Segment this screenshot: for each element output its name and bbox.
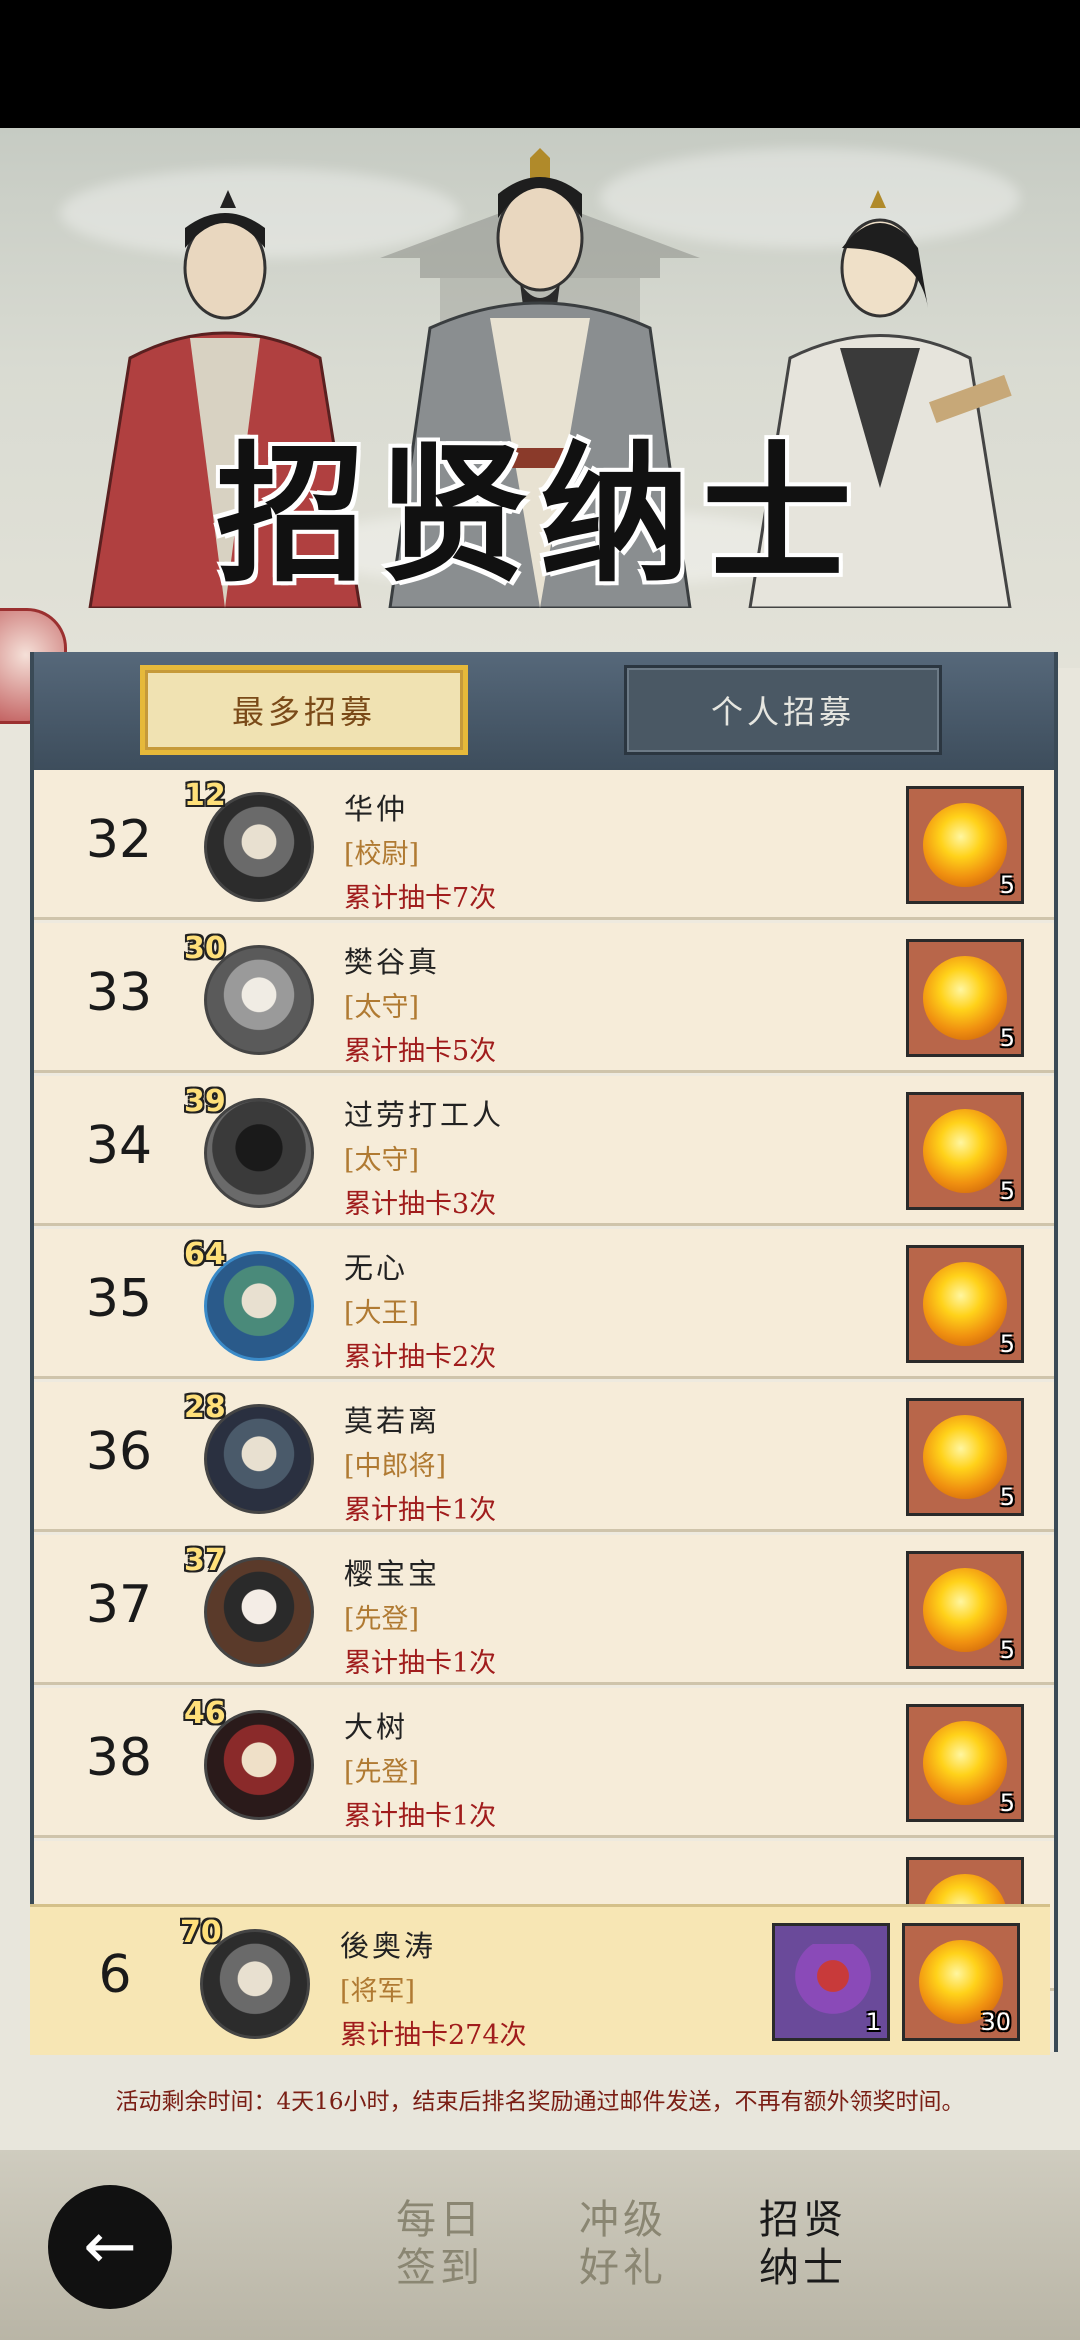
player-name: 无心 — [344, 1251, 409, 1285]
player-name: 莫若离 — [344, 1404, 441, 1438]
nav-label: 签到 — [396, 2245, 484, 2291]
player-name: 大树 — [344, 1710, 409, 1744]
reward-fire-orb[interactable]: 30 — [902, 1923, 1020, 2041]
reward-item[interactable]: 5 — [906, 1092, 1024, 1210]
ranking-list[interactable]: 32 12 华仲 [校尉] 累计抽卡7次 5 33 30 樊谷真 [太守] 累计… — [34, 770, 1054, 2052]
player-title: [先登] — [344, 1604, 420, 1635]
player-level: 12 — [184, 778, 226, 813]
nav-level-gifts[interactable]: 冲级 好礼 — [563, 2196, 683, 2292]
status-bar — [0, 0, 1080, 128]
nav-label: 每日 — [396, 2197, 484, 2243]
reward-item[interactable]: 5 — [906, 1245, 1024, 1363]
player-level: 37 — [184, 1543, 226, 1578]
ranking-row: 33 30 樊谷真 [太守] 累计抽卡5次 5 — [34, 923, 1054, 1073]
draw-count: 累计抽卡7次 — [344, 883, 497, 914]
rank-number: 37 — [85, 1575, 153, 1635]
player-title: [太守] — [344, 1145, 420, 1176]
player-name: 华仲 — [344, 792, 409, 826]
my-level: 70 — [180, 1915, 222, 1950]
ranking-row: 32 12 华仲 [校尉] 累计抽卡7次 5 — [34, 770, 1054, 920]
reward-quantity: 5 — [999, 1330, 1015, 1358]
draw-count: 累计抽卡5次 — [344, 1036, 497, 1067]
ranking-row: 34 39 过劳打工人 [太守] 累计抽卡3次 5 — [34, 1076, 1054, 1226]
player-level: 30 — [184, 931, 226, 966]
player-title: [校尉] — [344, 839, 420, 870]
nav-recruit-event[interactable]: 招贤 纳士 — [733, 2188, 873, 2304]
player-name: 樊谷真 — [344, 945, 441, 979]
fire-orb-icon — [923, 956, 1007, 1040]
fire-orb-icon — [923, 1109, 1007, 1193]
my-draw-count: 累计抽卡274次 — [340, 2020, 527, 2051]
ranking-row: 37 37 樱宝宝 [先登] 累计抽卡1次 5 — [34, 1535, 1054, 1685]
rank-number: 38 — [85, 1728, 153, 1788]
reward-quantity: 5 — [999, 1024, 1015, 1052]
rank-number: 36 — [85, 1422, 153, 1482]
reward-quantity: 1 — [865, 2008, 881, 2036]
reward-item[interactable]: 5 — [906, 1704, 1024, 1822]
fire-orb-icon — [923, 1415, 1007, 1499]
draw-count: 累计抽卡1次 — [344, 1648, 497, 1679]
rank-number: 32 — [85, 810, 153, 870]
player-level: 64 — [184, 1237, 226, 1272]
back-arrow-icon[interactable]: ← — [48, 2185, 172, 2309]
nav-label: 好礼 — [579, 2245, 667, 2291]
draw-count: 累计抽卡1次 — [344, 1495, 497, 1526]
event-notice: 活动剩余时间：4天16小时，结束后排名奖励通过邮件发送，不再有额外领奖时间。 — [115, 2089, 965, 2115]
fire-orb-icon — [923, 1568, 1007, 1652]
tab-bar: 最多招募 个人招募 — [34, 652, 1054, 773]
nav-label: 冲级 — [579, 2197, 667, 2243]
my-name: 後奥涛 — [340, 1929, 437, 1963]
player-title: [大王] — [344, 1298, 420, 1329]
player-title: [中郎将] — [344, 1451, 447, 1482]
nav-label: 纳士 — [759, 2245, 847, 2291]
draw-count: 累计抽卡2次 — [344, 1342, 497, 1373]
my-rank-number: 6 — [98, 1945, 132, 2005]
fire-orb-icon — [923, 803, 1007, 887]
reward-general-card[interactable]: 1 — [772, 1923, 890, 2041]
nav-label: 招贤 — [759, 2197, 847, 2243]
fire-orb-icon — [923, 1262, 1007, 1346]
reward-quantity: 5 — [999, 1177, 1015, 1205]
draw-count: 累计抽卡3次 — [344, 1189, 497, 1220]
player-level: 28 — [184, 1390, 226, 1425]
player-name: 过劳打工人 — [344, 1098, 505, 1132]
my-ranking-row: 6 70 後奥涛 [将军] 累计抽卡274次 1 30 — [30, 1904, 1050, 2055]
nav-daily-checkin[interactable]: 每日 签到 — [380, 2196, 500, 2292]
reward-quantity: 5 — [999, 871, 1015, 899]
player-title: [太守] — [344, 992, 420, 1023]
ranking-panel: 最多招募 个人招募 32 12 华仲 [校尉] 累计抽卡7次 5 33 30 樊… — [30, 652, 1058, 2052]
player-level: 46 — [184, 1696, 226, 1731]
draw-count: 累计抽卡1次 — [344, 1801, 497, 1832]
rank-number: 35 — [85, 1269, 153, 1329]
ranking-row: 38 46 大树 [先登] 累计抽卡1次 5 — [34, 1688, 1054, 1838]
my-title: [将军] — [340, 1976, 416, 2007]
reward-item[interactable]: 5 — [906, 1398, 1024, 1516]
rank-number: 34 — [85, 1116, 153, 1176]
player-name: 樱宝宝 — [344, 1557, 441, 1591]
tab-personal-recruits[interactable]: 个人招募 — [624, 665, 942, 755]
reward-item[interactable]: 5 — [906, 1551, 1024, 1669]
player-level: 39 — [184, 1084, 226, 1119]
reward-quantity: 5 — [999, 1789, 1015, 1817]
ranking-row: 35 64 无心 [大王] 累计抽卡2次 5 — [34, 1229, 1054, 1379]
reward-item[interactable]: 5 — [906, 786, 1024, 904]
tab-most-recruits[interactable]: 最多招募 — [140, 665, 468, 755]
general-card-icon — [793, 1944, 873, 2024]
reward-item[interactable]: 5 — [906, 939, 1024, 1057]
reward-quantity: 5 — [999, 1636, 1015, 1664]
reward-quantity: 30 — [980, 2008, 1011, 2036]
rank-number: 33 — [85, 963, 153, 1023]
reward-quantity: 5 — [999, 1483, 1015, 1511]
ranking-row: 36 28 莫若离 [中郎将] 累计抽卡1次 5 — [34, 1382, 1054, 1532]
player-title: [先登] — [344, 1757, 420, 1788]
event-title: 招贤纳士 — [215, 427, 864, 603]
fire-orb-icon — [923, 1721, 1007, 1805]
